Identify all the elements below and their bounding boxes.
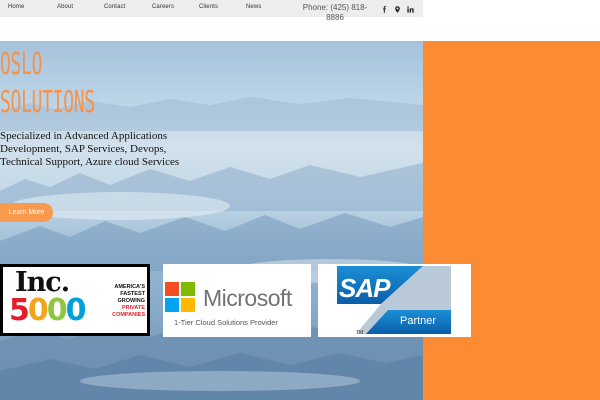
learn-more-button[interactable]: Learn More: [0, 203, 53, 222]
orange-side-panel: [423, 41, 600, 400]
map-pin-icon[interactable]: [393, 5, 401, 13]
inc-tag-line-4: PRIVATE: [121, 305, 145, 311]
hero-title-line-1: OSLO: [0, 47, 43, 82]
sap-partner-badge: SAP Partner TM: [318, 264, 471, 337]
inc-digit-2: 0: [27, 293, 49, 328]
phone-line-1: Phone: (425) 818-: [302, 3, 368, 12]
linkedin-icon[interactable]: [406, 5, 414, 13]
hero-title-line-2: SOLUTIONS: [0, 85, 95, 120]
inc-tag-line-3: GROWING: [117, 298, 146, 304]
microsoft-logo-icon: [165, 282, 195, 312]
inc-5000-badge-inner: Inc. 5000 AMERICA'S FASTEST GROWING PRIV…: [3, 267, 147, 333]
inc-tag-line-2: FASTEST: [120, 291, 145, 297]
inc-digit-3: 0: [46, 293, 68, 328]
nav-contact[interactable]: Contact: [104, 4, 125, 10]
hero-title: OSLO SOLUTIONS: [0, 46, 120, 122]
nav-clients[interactable]: Clients: [199, 4, 218, 10]
inc-digit-1: 5: [9, 293, 30, 328]
nav-news[interactable]: News: [246, 4, 261, 10]
phone-number: Phone: (425) 818- 8886: [298, 3, 372, 23]
inc-tagline: AMERICA'S FASTEST GROWING PRIVATE COMPAN…: [99, 284, 145, 319]
microsoft-wordmark: Microsoft: [203, 285, 292, 311]
inc-tag-line-1: AMERICA'S: [114, 284, 145, 290]
nav-home[interactable]: Home: [8, 4, 24, 10]
inc-5000-badge: Inc. 5000 AMERICA'S FASTEST GROWING PRIV…: [0, 264, 150, 336]
sap-wordmark: SAP: [339, 273, 390, 303]
facebook-icon[interactable]: [380, 5, 388, 13]
sap-trademark: TM: [356, 330, 364, 336]
page: Home About Contact Careers Clients News …: [0, 0, 600, 400]
microsoft-badge: Microsoft 1-Tier Cloud Solutions Provide…: [163, 264, 311, 337]
inc-number: 5000: [9, 293, 87, 328]
inc-digit-4: 0: [65, 293, 87, 328]
nav-careers[interactable]: Careers: [152, 4, 174, 10]
microsoft-tagline: 1-Tier Cloud Solutions Provider: [174, 318, 278, 327]
phone-line-2: 8886: [326, 13, 344, 22]
sap-partner-label: Partner: [400, 315, 437, 327]
inc-tag-line-5: COMPANIES: [112, 312, 145, 318]
hero-subtitle: Specialized in Advanced Applications Dev…: [0, 130, 180, 168]
nav-about[interactable]: About: [57, 4, 73, 10]
